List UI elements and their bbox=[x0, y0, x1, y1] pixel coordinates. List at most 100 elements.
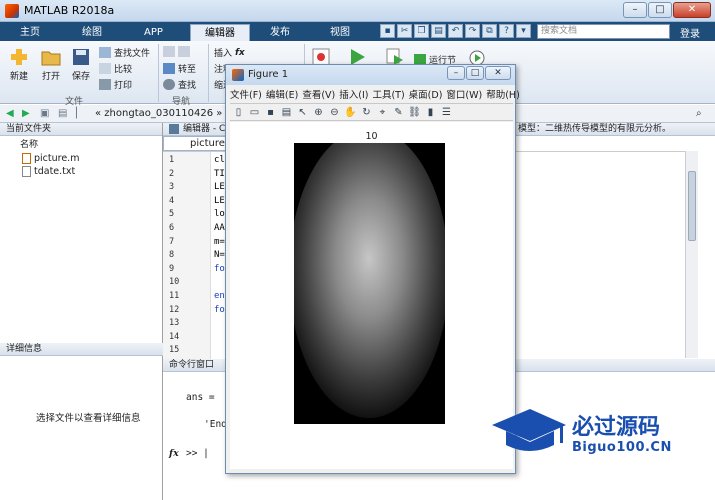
forward-nav-icon[interactable]: ▶ bbox=[22, 108, 30, 119]
figure-menu-item[interactable]: 帮助(H) bbox=[486, 87, 520, 101]
back-forward-buttons[interactable] bbox=[163, 46, 190, 57]
code-line[interactable]: AA bbox=[214, 223, 225, 233]
dropdown-icon[interactable]: ▾ bbox=[516, 24, 531, 38]
file-item[interactable]: tdate.txt bbox=[22, 166, 75, 177]
line-number: 6 bbox=[169, 223, 175, 233]
code-line[interactable]: N= bbox=[214, 250, 225, 260]
figure-menu-item[interactable]: 文件(F) bbox=[230, 87, 262, 101]
print-button[interactable]: 打印 bbox=[99, 78, 132, 91]
code-line[interactable]: cl bbox=[214, 155, 225, 165]
code-line[interactable]: lo bbox=[214, 209, 225, 219]
command-prompt[interactable]: >> | bbox=[186, 448, 209, 459]
close-button[interactable]: ✕ bbox=[485, 66, 511, 80]
cut-icon[interactable]: ✂ bbox=[397, 24, 412, 38]
brush-icon[interactable]: ✎ bbox=[392, 106, 405, 119]
legend-icon[interactable]: ☰ bbox=[440, 106, 453, 119]
goto-button[interactable]: 转至 bbox=[163, 62, 196, 75]
forward-icon bbox=[178, 46, 190, 57]
matlab-logo-icon bbox=[232, 69, 244, 81]
text-file-icon bbox=[22, 166, 31, 177]
code-line[interactable]: fo bbox=[214, 305, 225, 315]
title-bar: MATLAB R2018a – □ ✕ bbox=[0, 0, 715, 22]
code-line[interactable]: m= bbox=[214, 237, 225, 247]
editor-header-description: 模型：二维热传导模型的有限元分析。 bbox=[518, 124, 672, 134]
code-line[interactable]: LE bbox=[214, 196, 225, 206]
new-button[interactable]: 新建 bbox=[8, 47, 30, 82]
window-controls: – □ ✕ bbox=[623, 2, 711, 18]
tab-editor[interactable]: 编辑器 bbox=[190, 24, 250, 41]
tab-home[interactable]: 主页 bbox=[6, 24, 54, 41]
open-label: 打开 bbox=[41, 72, 60, 82]
back-nav-icon[interactable]: ◀ bbox=[6, 108, 14, 119]
up-folder-icon[interactable]: ▣ bbox=[40, 108, 49, 119]
browse-folder-icon[interactable]: ▤ bbox=[58, 108, 67, 119]
figure-menu-item[interactable]: 插入(I) bbox=[339, 87, 368, 101]
paste-icon[interactable]: ▤ bbox=[431, 24, 446, 38]
insert-button[interactable]: 插入 fx bbox=[214, 46, 245, 60]
code-line[interactable]: fo bbox=[214, 264, 225, 274]
undo-icon[interactable]: ↶ bbox=[448, 24, 463, 38]
compare-button[interactable]: 比较 bbox=[99, 62, 132, 75]
link-icon[interactable]: ⛓ bbox=[408, 106, 421, 119]
code-line[interactable]: en bbox=[214, 291, 225, 301]
print-icon[interactable]: ▤ bbox=[280, 106, 293, 119]
maximize-button[interactable]: □ bbox=[466, 66, 484, 80]
editor-icon bbox=[169, 124, 179, 134]
rotate-icon[interactable]: ↻ bbox=[360, 106, 373, 119]
colorbar-icon[interactable]: ▮ bbox=[424, 106, 437, 119]
figure-menu-item[interactable]: 工具(T) bbox=[372, 87, 404, 101]
find-files-button[interactable]: 查找文件 bbox=[99, 46, 150, 59]
pointer-icon[interactable]: ↖ bbox=[296, 106, 309, 119]
zoom-out-icon[interactable]: ⊖ bbox=[328, 106, 341, 119]
file-item[interactable]: picture.m bbox=[22, 153, 79, 164]
login-link[interactable]: 登录 bbox=[680, 25, 700, 40]
tab-apps[interactable]: APP bbox=[130, 24, 177, 41]
code-line[interactable]: TI bbox=[214, 169, 225, 179]
find-button[interactable]: 查找 bbox=[163, 78, 196, 91]
detail-header-label: 详细信息 bbox=[0, 343, 163, 356]
line-number: 3 bbox=[169, 182, 175, 193]
pan-icon[interactable]: ✋ bbox=[344, 106, 357, 119]
copy-icon[interactable]: ❐ bbox=[414, 24, 429, 38]
switch-window-icon[interactable]: ⧉ bbox=[482, 24, 497, 38]
redo-icon[interactable]: ↷ bbox=[465, 24, 480, 38]
data-cursor-icon[interactable]: ⌖ bbox=[376, 106, 389, 119]
scroll-thumb[interactable] bbox=[688, 171, 696, 241]
fx-icon: fx bbox=[235, 47, 245, 58]
new-label: 新建 bbox=[9, 72, 28, 82]
compare-label: 比较 bbox=[114, 65, 133, 75]
minimize-button[interactable]: – bbox=[623, 2, 647, 18]
save-icon[interactable]: ▪ bbox=[264, 106, 277, 119]
goto-label: 转至 bbox=[178, 65, 197, 75]
open-icon[interactable]: ▭ bbox=[248, 106, 261, 119]
figure-menu-item[interactable]: 查看(V) bbox=[302, 87, 335, 101]
fx-icon[interactable]: fx bbox=[169, 448, 179, 459]
root-icon[interactable]: ▏ bbox=[76, 108, 84, 119]
figure-menu-item[interactable]: 窗口(W) bbox=[446, 87, 482, 101]
name-column-header[interactable]: 名称 bbox=[20, 137, 38, 150]
save-button[interactable]: 保存 bbox=[70, 47, 92, 82]
figure-menu-item[interactable]: 编辑(E) bbox=[266, 87, 298, 101]
tab-view[interactable]: 视图 bbox=[316, 24, 364, 41]
figure-window[interactable]: Figure 1 – □ ✕ 文件(F) 编辑(E) 查看(V) 插入(I) 工具(T)… bbox=[225, 64, 520, 474]
tab-publish[interactable]: 发布 bbox=[256, 24, 304, 41]
code-line[interactable]: LE bbox=[214, 182, 225, 192]
current-path[interactable]: « zhongtao_030110426 » mat bbox=[95, 108, 245, 119]
new-figure-icon[interactable]: ▯ bbox=[232, 106, 245, 119]
maximize-button[interactable]: □ bbox=[648, 2, 672, 18]
tab-plots[interactable]: 绘图 bbox=[68, 24, 116, 41]
figure-menu-item[interactable]: 桌面(D) bbox=[409, 87, 443, 101]
close-button[interactable]: ✕ bbox=[673, 2, 711, 18]
zoom-in-icon[interactable]: ⊕ bbox=[312, 106, 325, 119]
editor-scrollbar[interactable] bbox=[685, 151, 698, 358]
compare-icon bbox=[99, 63, 111, 74]
save-icon[interactable]: ▪ bbox=[380, 24, 395, 38]
minimize-button[interactable]: – bbox=[447, 66, 465, 80]
detail-placeholder: 选择文件以查看详细信息 bbox=[36, 413, 141, 424]
search-path-icon[interactable]: ⌕ bbox=[696, 108, 702, 119]
open-button[interactable]: 打开 bbox=[40, 47, 62, 82]
search-input[interactable]: 搜索文档 bbox=[537, 24, 670, 39]
insert-label: 插入 bbox=[214, 49, 233, 59]
help-icon[interactable]: ? bbox=[499, 24, 514, 38]
editor-file-tab[interactable]: picture.m bbox=[163, 136, 238, 151]
